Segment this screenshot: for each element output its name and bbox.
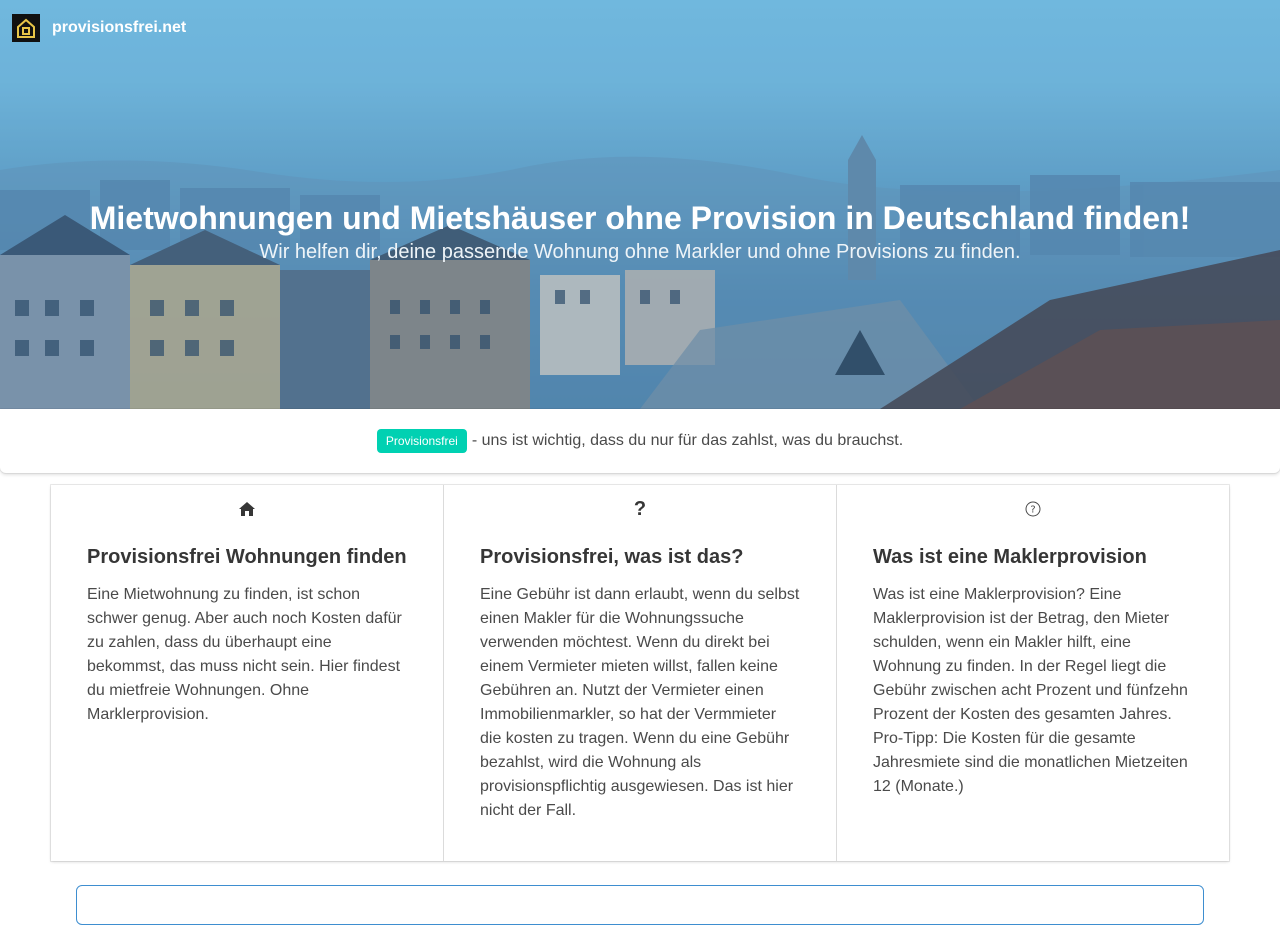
- card-body: Eine Mietwohnung zu finden, ist schon sc…: [87, 586, 402, 723]
- brand-name[interactable]: provisionsfrei.net: [52, 19, 186, 37]
- hero-banner: provisionsfrei.net Mietwohnungen und Mie…: [0, 0, 1280, 409]
- hero-subtitle: Wir helfen dir, deine passende Wohnung o…: [259, 241, 1021, 263]
- tagline-bar: Provisionsfrei - uns ist wichtig, dass d…: [0, 409, 1280, 473]
- feature-cards: Provisionsfrei Wohnungen finden Eine Mie…: [51, 485, 1229, 861]
- home-icon: [51, 499, 443, 519]
- card-title: Provisionsfrei, was ist das?: [480, 546, 744, 568]
- feature-card-provision: ? Was ist eine Maklerprovision Was ist e…: [837, 485, 1229, 861]
- question-circle-icon: ?: [837, 499, 1229, 519]
- card-body: Was ist eine Maklerprovision? Eine Makle…: [873, 586, 1188, 795]
- feature-card-what: ? Provisionsfrei, was ist das? Eine Gebü…: [444, 485, 837, 861]
- svg-text:?: ?: [1030, 505, 1035, 516]
- card-title: Provisionsfrei Wohnungen finden: [87, 546, 407, 568]
- question-icon: ?: [633, 498, 647, 520]
- brand[interactable]: provisionsfrei.net: [12, 13, 186, 43]
- feature-card-find: Provisionsfrei Wohnungen finden Eine Mie…: [51, 485, 444, 861]
- card-title: Was ist eine Maklerprovision: [873, 546, 1147, 568]
- tagline-text: - uns ist wichtig, dass du nur für das z…: [471, 432, 904, 449]
- card-body: Eine Gebühr ist dann erlaubt, wenn du se…: [480, 586, 800, 819]
- hero-title: Mietwohnungen und Mietshäuser ohne Provi…: [89, 200, 1191, 236]
- search-box[interactable]: [76, 885, 1204, 925]
- provisionsfrei-tag: Provisionsfrei: [376, 429, 467, 453]
- house-logo-icon: [12, 14, 40, 42]
